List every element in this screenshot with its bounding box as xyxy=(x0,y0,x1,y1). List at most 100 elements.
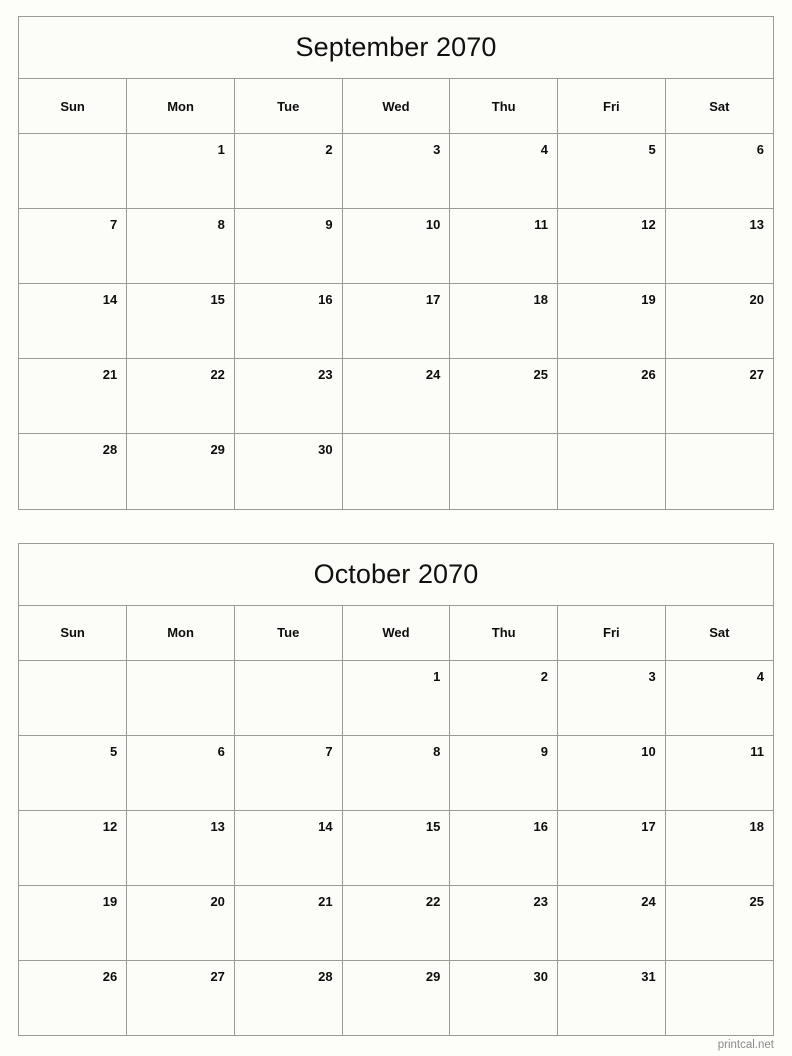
day-cell[interactable]: 12 xyxy=(557,208,666,284)
calendar-table-september: Sun Mon Tue Wed Thu Fri Sat 1 2 3 4 5 6 … xyxy=(19,79,773,509)
day-cell[interactable]: 7 xyxy=(19,208,128,284)
day-cell[interactable]: 8 xyxy=(342,735,451,811)
day-cell[interactable]: 3 xyxy=(557,660,666,736)
day-cell[interactable]: 13 xyxy=(126,810,235,886)
day-cell[interactable]: 27 xyxy=(665,358,773,434)
week-row: 7 8 9 10 11 12 13 xyxy=(19,208,773,284)
footer-attribution: printcal.net xyxy=(717,1039,774,1051)
day-cell[interactable] xyxy=(449,433,559,509)
day-cell[interactable]: 4 xyxy=(449,133,559,209)
day-cell[interactable]: 25 xyxy=(665,885,773,961)
week-row: 26 27 28 29 30 31 xyxy=(19,960,773,1035)
week-row: 19 20 21 22 23 24 25 xyxy=(19,885,773,961)
day-cell[interactable]: 31 xyxy=(557,960,666,1035)
day-cell[interactable]: 29 xyxy=(126,433,235,509)
weekday-header-sat: Sat xyxy=(665,605,773,661)
day-cell[interactable] xyxy=(557,433,666,509)
day-cell[interactable]: 2 xyxy=(449,660,559,736)
weekday-header-sat: Sat xyxy=(665,79,773,134)
day-cell[interactable]: 16 xyxy=(449,810,559,886)
day-cell[interactable]: 29 xyxy=(342,960,451,1035)
day-cell[interactable] xyxy=(19,133,128,209)
day-cell[interactable]: 28 xyxy=(19,433,128,509)
day-cell[interactable]: 21 xyxy=(19,358,128,434)
week-row: 1 2 3 4 5 6 xyxy=(19,133,773,209)
weekday-header-row: Sun Mon Tue Wed Thu Fri Sat xyxy=(19,605,773,661)
day-cell[interactable]: 23 xyxy=(449,885,559,961)
day-cell[interactable]: 1 xyxy=(342,660,451,736)
day-cell[interactable]: 7 xyxy=(234,735,343,811)
day-cell[interactable]: 21 xyxy=(234,885,343,961)
weekday-header-fri: Fri xyxy=(557,605,666,661)
calendar-table-october: Sun Mon Tue Wed Thu Fri Sat 1 2 3 4 5 6 … xyxy=(19,605,773,1035)
day-cell[interactable]: 1 xyxy=(126,133,235,209)
day-cell[interactable]: 10 xyxy=(557,735,666,811)
day-cell[interactable]: 19 xyxy=(557,283,666,359)
month-block-october: October 2070 Sun Mon Tue Wed Thu Fri Sat xyxy=(18,542,774,1036)
week-row: 28 29 30 xyxy=(19,433,773,509)
day-cell[interactable]: 6 xyxy=(665,133,773,209)
day-cell[interactable]: 9 xyxy=(449,735,559,811)
day-cell[interactable]: 28 xyxy=(234,960,343,1035)
day-cell[interactable] xyxy=(665,433,773,509)
week-row: 12 13 14 15 16 17 18 xyxy=(19,810,773,886)
day-cell[interactable] xyxy=(126,660,235,736)
week-row: 5 6 7 8 9 10 11 xyxy=(19,735,773,811)
day-cell[interactable] xyxy=(19,660,128,736)
day-cell[interactable] xyxy=(665,960,773,1035)
day-cell[interactable]: 18 xyxy=(449,283,559,359)
day-cell[interactable]: 11 xyxy=(665,735,773,811)
day-cell[interactable]: 14 xyxy=(19,283,128,359)
weekday-header-thu: Thu xyxy=(449,79,559,134)
day-cell[interactable]: 13 xyxy=(665,208,773,284)
day-cell[interactable]: 5 xyxy=(19,735,128,811)
month-block-september: September 2070 Sun Mon Tue Wed Thu Fri S… xyxy=(18,16,774,510)
day-cell[interactable]: 8 xyxy=(126,208,235,284)
month-title-september: September 2070 xyxy=(19,17,773,79)
day-cell[interactable] xyxy=(342,433,451,509)
day-cell[interactable]: 11 xyxy=(449,208,559,284)
weekday-header-mon: Mon xyxy=(126,79,235,134)
week-row: 21 22 23 24 25 26 27 xyxy=(19,358,773,434)
weekday-header-tue: Tue xyxy=(234,79,343,134)
calendar-page: September 2070 Sun Mon Tue Wed Thu Fri S… xyxy=(0,0,792,1056)
month-title-october: October 2070 xyxy=(19,543,773,606)
day-cell[interactable]: 14 xyxy=(234,810,343,886)
day-cell[interactable]: 15 xyxy=(342,810,451,886)
day-cell[interactable]: 27 xyxy=(126,960,235,1035)
day-cell[interactable] xyxy=(234,660,343,736)
day-cell[interactable]: 10 xyxy=(342,208,451,284)
week-row: 14 15 16 17 18 19 20 xyxy=(19,283,773,359)
day-cell[interactable]: 2 xyxy=(234,133,343,209)
day-cell[interactable]: 30 xyxy=(234,433,343,509)
day-cell[interactable]: 12 xyxy=(19,810,128,886)
day-cell[interactable]: 9 xyxy=(234,208,343,284)
day-cell[interactable]: 6 xyxy=(126,735,235,811)
day-cell[interactable]: 20 xyxy=(126,885,235,961)
day-cell[interactable]: 26 xyxy=(557,358,666,434)
day-cell[interactable]: 22 xyxy=(126,358,235,434)
day-cell[interactable]: 23 xyxy=(234,358,343,434)
day-cell[interactable]: 4 xyxy=(665,660,773,736)
weekday-header-sun: Sun xyxy=(19,605,128,661)
day-cell[interactable]: 25 xyxy=(449,358,559,434)
day-cell[interactable]: 30 xyxy=(449,960,559,1035)
day-cell[interactable]: 17 xyxy=(342,283,451,359)
weekday-header-row: Sun Mon Tue Wed Thu Fri Sat xyxy=(19,79,773,134)
day-cell[interactable]: 20 xyxy=(665,283,773,359)
day-cell[interactable]: 24 xyxy=(557,885,666,961)
day-cell[interactable]: 5 xyxy=(557,133,666,209)
day-cell[interactable]: 3 xyxy=(342,133,451,209)
day-cell[interactable]: 15 xyxy=(126,283,235,359)
day-cell[interactable]: 22 xyxy=(342,885,451,961)
day-cell[interactable]: 18 xyxy=(665,810,773,886)
weekday-header-fri: Fri xyxy=(557,79,666,134)
weekday-header-mon: Mon xyxy=(126,605,235,661)
day-cell[interactable]: 16 xyxy=(234,283,343,359)
weekday-header-tue: Tue xyxy=(234,605,343,661)
day-cell[interactable]: 26 xyxy=(19,960,128,1035)
day-cell[interactable]: 17 xyxy=(557,810,666,886)
day-cell[interactable]: 19 xyxy=(19,885,128,961)
day-cell[interactable]: 24 xyxy=(342,358,451,434)
weekday-header-thu: Thu xyxy=(449,605,559,661)
